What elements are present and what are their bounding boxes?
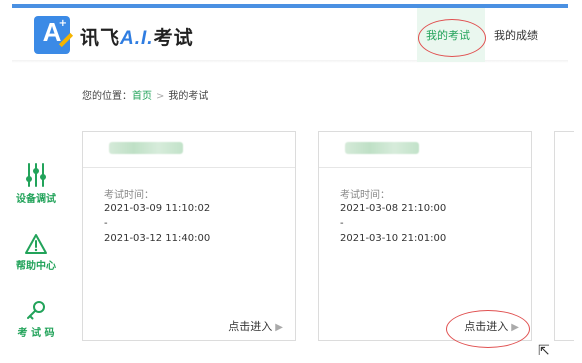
sidebar-item-label: 帮助中心 [16,261,56,272]
key-icon [27,301,45,320]
exam-time-label: 考试时间： [340,190,390,201]
exam-start-time: 2021-03-09 11:10:02 [104,203,211,214]
exam-end-time: 2021-03-10 21:01:00 [340,233,447,244]
warning-icon [25,234,47,254]
sidebar-item-label: 设备调试 [16,194,56,205]
card-divider [83,167,295,168]
sidebar-item-device-debug[interactable]: 设备调试 [8,162,64,205]
exam-title-blurred [109,142,183,154]
brand-suffix: 考试 [153,28,194,49]
enter-label: 点击进入 [228,320,273,333]
chevron-right-icon: ▶ [275,322,283,333]
exam-time-dash: - [104,218,108,229]
breadcrumb-prefix: 您的位置： [82,91,132,102]
logo[interactable]: A + [34,16,70,54]
annotation-circle-nav [418,19,486,57]
mouse-cursor-icon: ⇱ [538,343,550,359]
breadcrumb-current: 我的考试 [168,91,209,102]
exam-time-dash: - [340,218,344,229]
breadcrumb-separator: > [156,91,165,102]
enter-exam-button[interactable]: 点击进入 ▶ [228,318,283,334]
sparkle-icon: + [58,18,67,29]
exam-card: 考试时间： 2021-03-08 21:10:00 - 2021-03-10 2… [318,131,532,341]
breadcrumb: 您的位置：首页 > 我的考试 [82,87,208,102]
card-divider [319,167,531,168]
breadcrumb-home-link[interactable]: 首页 [132,91,152,102]
brand-name: 讯飞A.I.考试 [80,23,194,50]
exam-end-time: 2021-03-12 11:40:00 [104,233,211,244]
annotation-circle-enter [446,310,530,348]
brand-ai: A.I. [120,28,154,49]
exam-time-label: 考试时间： [104,190,154,201]
sidebar-item-exam-code[interactable]: 考 试 码 [8,300,64,339]
brand-prefix: 讯飞 [80,28,121,49]
exam-card: 考试时间： 2021-03-09 11:10:02 - 2021-03-12 1… [82,131,296,341]
exam-card-partial [554,131,574,341]
sidebar-item-help-center[interactable]: 帮助中心 [8,233,64,272]
exam-title-blurred [345,142,419,154]
nav-my-scores[interactable]: 我的成绩 [494,27,538,43]
sidebar-item-label: 考 试 码 [17,328,55,339]
sliders-icon [26,163,46,187]
exam-start-time: 2021-03-08 21:10:00 [340,203,447,214]
